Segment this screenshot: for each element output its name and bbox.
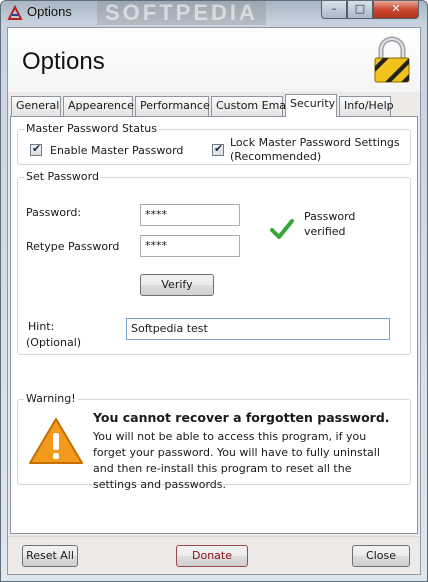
- reset-all-button[interactable]: Reset All: [22, 545, 78, 567]
- password-status-line1: Password: [304, 210, 356, 223]
- lock-master-settings-checkbox[interactable]: [212, 142, 224, 156]
- app-icon: [7, 5, 23, 20]
- enable-master-password-checkbox[interactable]: [30, 142, 42, 156]
- tab-general[interactable]: General: [11, 96, 61, 116]
- group-title: Master Password Status: [24, 122, 159, 135]
- verify-button[interactable]: Verify: [140, 274, 214, 296]
- maximize-button[interactable]: □: [347, 1, 373, 19]
- retype-password-label: Retype Password: [26, 240, 120, 253]
- enable-master-password-label: Enable Master Password: [50, 144, 184, 157]
- header-band: Options: [8, 28, 420, 92]
- set-password-group: Set Password Password: **** Retype Passw…: [17, 170, 411, 355]
- password-field[interactable]: ****: [140, 204, 240, 226]
- tab-appearence[interactable]: Appearence: [63, 96, 134, 116]
- client-area: Options General Appearence Performance C…: [7, 27, 421, 575]
- donate-button[interactable]: Donate: [176, 545, 248, 567]
- padlock-icon: [374, 36, 410, 83]
- security-panel: Master Password Status Enable Master Pas…: [10, 116, 418, 534]
- lock-master-settings-label-line2: (Recommended): [230, 150, 322, 163]
- options-window: Options SOFTPEDIA – □ ✕ Options General …: [0, 0, 428, 582]
- tab-info-help[interactable]: Info/Help: [339, 96, 394, 116]
- hint-field[interactable]: Softpedia test: [126, 318, 390, 340]
- close-button[interactable]: Close: [352, 545, 410, 567]
- checkmark-icon: [270, 219, 294, 239]
- tab-security[interactable]: Security: [285, 94, 337, 117]
- warning-icon: [29, 418, 83, 464]
- master-password-group: Master Password Status Enable Master Pas…: [17, 122, 411, 165]
- minimize-button[interactable]: –: [321, 1, 347, 19]
- warning-title: You cannot recover a forgotten password.: [93, 410, 390, 425]
- title-bar[interactable]: Options SOFTPEDIA – □ ✕: [1, 1, 427, 25]
- footer-bar: Reset All Donate Close: [8, 536, 420, 574]
- group-title: Set Password: [24, 170, 101, 183]
- retype-password-field[interactable]: ****: [140, 235, 240, 257]
- group-title: Warning!: [24, 392, 78, 405]
- password-label: Password:: [26, 206, 82, 219]
- hint-label-line2: (Optional): [26, 336, 82, 349]
- tab-custom-email[interactable]: Custom Email: [211, 96, 292, 116]
- warning-body: You will not be able to access this prog…: [93, 430, 380, 491]
- warning-group: Warning! You cannot recover a forgotten …: [17, 392, 411, 491]
- password-status-line2: verified: [304, 225, 346, 238]
- page-title: Options: [22, 48, 105, 75]
- close-window-button[interactable]: ✕: [373, 1, 419, 19]
- window-title: Options: [27, 4, 72, 19]
- watermark: SOFTPEDIA: [97, 1, 266, 25]
- lock-master-settings-label-line1: Lock Master Password Settings: [230, 136, 400, 149]
- hint-label-line1: Hint:: [28, 320, 55, 333]
- tab-performance[interactable]: Performance: [135, 96, 210, 116]
